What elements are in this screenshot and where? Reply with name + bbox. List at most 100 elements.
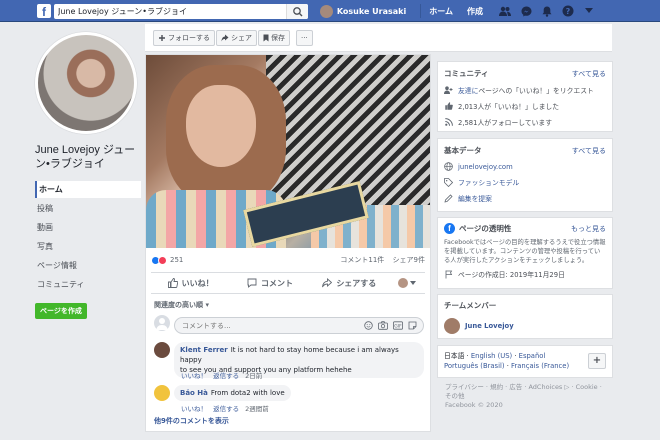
like-button[interactable]: いいね！ <box>151 278 230 289</box>
post-as-selector[interactable] <box>389 278 425 288</box>
user-avatar[interactable] <box>319 4 333 18</box>
comment-count[interactable]: コメント11件 <box>340 256 384 264</box>
comment-time[interactable]: 2日前 <box>245 372 262 380</box>
invite-friends-icon <box>444 86 453 95</box>
follow-label: フォローする <box>168 34 210 42</box>
language-spanish[interactable]: Español <box>519 352 546 360</box>
share-count[interactable]: シェア9件 <box>393 256 425 264</box>
team-member-name[interactable]: June Lovejoy <box>465 322 514 330</box>
website-link[interactable]: junelovejoy.com <box>458 163 513 171</box>
nav-divider <box>420 4 422 18</box>
notifications-icon[interactable] <box>539 4 555 18</box>
share-icon <box>221 34 229 42</box>
sticker-icon[interactable] <box>408 321 417 330</box>
community-see-all-link[interactable]: すべて見る <box>572 69 606 79</box>
friend-requests-icon[interactable] <box>497 4 513 18</box>
likes-row: 2,013人が「いいね！」しました <box>444 101 606 111</box>
website-row: junelovejoy.com <box>444 162 606 171</box>
profile-picture[interactable] <box>35 32 137 134</box>
comment-input[interactable] <box>175 318 345 333</box>
menu-item-posts[interactable]: 投稿 <box>35 200 141 217</box>
chevron-down-icon <box>409 281 416 285</box>
comment-sort[interactable]: 関連度の高い順 ▾ <box>154 300 209 310</box>
flag-icon <box>444 270 453 279</box>
comment-reply-link[interactable]: 返信する <box>213 405 239 413</box>
comment-button[interactable]: コメント <box>230 278 309 289</box>
comment-item: Bảo Hà From dota2 with love いいね！ 返信する 2週間… <box>154 385 424 415</box>
about-see-all-link[interactable]: すべて見る <box>572 146 606 156</box>
comment-time[interactable]: 2週間前 <box>245 405 269 413</box>
thumbs-up-icon <box>167 278 178 288</box>
footer-copyright: Facebook © 2020 <box>445 401 503 409</box>
thumbs-up-icon <box>444 102 453 111</box>
creation-date-text: ページの作成日: 2019年11月29日 <box>458 271 565 279</box>
emoji-icon[interactable] <box>364 321 373 330</box>
footer-links[interactable]: プライバシー · 規約 · 広告 · AdChoices ▷ · Cookie … <box>445 383 613 392</box>
transparency-desc-line2: を掲載しています。コンテンツの管理や投稿を行ってい <box>444 248 601 255</box>
share-button[interactable]: シェアする <box>310 278 389 289</box>
post-card: 251 コメント11件 シェア9件 いいね！ コメント シェアする 関連度の高い… <box>145 54 431 432</box>
top-navigation-bar: f Kosuke Urasaki ホーム 作成 ? <box>0 0 660 22</box>
comment-composer: GIF <box>154 314 424 336</box>
invite-friends-row: 友達にページへの「いいね！」をリクエスト <box>444 85 606 95</box>
comment-reply-link[interactable]: 返信する <box>213 372 239 380</box>
follow-icon <box>159 35 165 41</box>
suggest-edits-link[interactable]: 編集を提案 <box>458 193 492 203</box>
team-member-row: June Lovejoy <box>444 318 606 334</box>
invite-friends-link[interactable]: 友達に <box>458 87 478 95</box>
left-sidebar: June Lovejoy ジューン•ラブジョイ ホーム 投稿 動画 写真 ページ… <box>35 32 141 319</box>
comment-like-link[interactable]: いいね！ <box>181 372 207 380</box>
transparency-description: Facebookではページの目的を理解するうえで役立つ情報 を掲載しています。コ… <box>444 238 606 265</box>
composer-avatar <box>154 315 170 331</box>
commenter-avatar[interactable] <box>154 385 170 401</box>
language-list: 日本語 · English (US) · Español Português (… <box>444 352 570 370</box>
category-link[interactable]: ファッションモデル <box>458 177 519 187</box>
more-options-button[interactable]: ··· <box>296 30 313 46</box>
share-page-button[interactable]: シェア <box>216 30 257 46</box>
share-arrow-icon <box>322 278 333 288</box>
facebook-logo-icon[interactable]: f <box>37 4 51 18</box>
create-page-button[interactable]: ページを作成 <box>35 303 87 319</box>
language-english[interactable]: English (US) <box>471 352 512 360</box>
add-language-button[interactable]: + <box>588 353 606 369</box>
commenter-avatar[interactable] <box>154 342 170 358</box>
comment-meta: いいね！ 返信する 2日前 <box>181 370 262 380</box>
menu-item-home[interactable]: ホーム <box>35 181 141 198</box>
footer-more[interactable]: その他 <box>445 392 613 401</box>
gif-icon[interactable]: GIF <box>393 321 403 330</box>
follow-button[interactable]: フォローする <box>153 30 215 46</box>
likes-text: 2,013人が「いいね！」しました <box>458 103 560 111</box>
help-icon[interactable]: ? <box>560 4 576 18</box>
reactions-summary[interactable]: 251 <box>151 255 183 265</box>
save-button[interactable]: 保存 <box>258 30 290 46</box>
create-link[interactable]: 作成 <box>467 6 483 17</box>
menu-item-community[interactable]: コミュニティ <box>35 276 141 293</box>
page-title[interactable]: June Lovejoy ジューン•ラブジョイ <box>35 143 141 171</box>
user-name-link[interactable]: Kosuke Urasaki <box>337 7 406 16</box>
pencil-icon <box>444 193 453 203</box>
transparency-see-more-link[interactable]: もっと見る <box>571 224 606 234</box>
menu-item-photos[interactable]: 写真 <box>35 238 141 255</box>
team-member-avatar[interactable] <box>444 318 460 334</box>
comment-like-link[interactable]: いいね！ <box>181 405 207 413</box>
save-label: 保存 <box>271 34 285 42</box>
view-more-comments-link[interactable]: 他9件のコメントを表示 <box>154 416 229 426</box>
search-button[interactable] <box>286 4 308 19</box>
menu-item-videos[interactable]: 動画 <box>35 219 141 236</box>
menu-item-about[interactable]: ページ情報 <box>35 257 141 274</box>
camera-icon[interactable] <box>378 321 388 330</box>
search-bar <box>54 4 308 19</box>
more-label: ··· <box>301 34 308 42</box>
love-reaction-icon <box>158 255 167 265</box>
comment-icon <box>247 278 257 288</box>
messenger-icon[interactable] <box>518 4 534 18</box>
languages-box: 日本語 · English (US) · Español Português (… <box>437 345 613 378</box>
language-portuguese[interactable]: Português (Brasil) <box>444 362 505 370</box>
search-input[interactable] <box>54 4 284 19</box>
home-link[interactable]: ホーム <box>429 6 453 17</box>
comment-author[interactable]: Klent Ferrer <box>180 346 228 354</box>
post-photo[interactable] <box>146 55 430 248</box>
language-french[interactable]: Français (France) <box>511 362 569 370</box>
account-menu-icon[interactable] <box>581 4 597 18</box>
comment-author[interactable]: Bảo Hà <box>180 389 208 397</box>
